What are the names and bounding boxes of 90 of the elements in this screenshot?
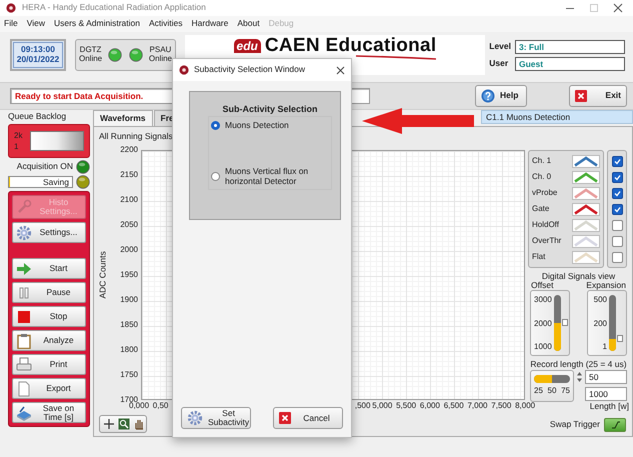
panel-button[interactable]: Analyze: [12, 330, 86, 351]
slider[interactable]: 25 50 75: [530, 370, 574, 402]
axis-label: 1850: [119, 320, 138, 330]
scale-label: 3000: [534, 295, 552, 304]
axis-label: 1800: [119, 345, 138, 355]
panel-button[interactable]: Stop: [12, 306, 86, 327]
menu-item[interactable]: Hardware: [192, 19, 228, 29]
panel-button[interactable]: Print: [12, 354, 86, 375]
axis-label: 2050: [119, 220, 138, 230]
panel-heading: Sub-Activity Selection: [221, 104, 319, 114]
menu-item[interactable]: File: [4, 19, 18, 29]
clock-display: 09:13:00 20/01/2022: [10, 39, 66, 71]
signal-name: OverThr: [532, 236, 562, 246]
signal-name: Ch. 0: [532, 172, 552, 182]
axis-label: 2000: [119, 245, 138, 255]
acquisition-label: Acquisition ON: [16, 162, 73, 172]
slider-label: Offset: [531, 281, 554, 290]
axis-label: 0,50: [152, 400, 170, 412]
axis-label: 8,000: [514, 400, 536, 412]
user-field[interactable]: Guest: [515, 56, 625, 70]
scale-label: 75: [561, 386, 570, 395]
axis-label: 1750: [119, 370, 138, 380]
menu-item[interactable]: Activities: [148, 19, 183, 29]
axis-label: 1700: [119, 395, 138, 404]
menu-item[interactable]: View: [26, 19, 45, 29]
tab[interactable]: Waveforms: [93, 110, 153, 126]
queue-backlog-label: Queue Backlog: [8, 110, 68, 122]
connection-status: Online: [148, 55, 172, 64]
record-length-label: Record length (25 = 4 us): [529, 360, 628, 370]
window-title: HERA - Handy Educational Radiation Application: [22, 3, 206, 13]
axis-label: 5,000: [371, 400, 394, 412]
level-label: Level: [489, 42, 511, 52]
scale-label: 2000: [534, 318, 552, 328]
axis-label: 7,500: [490, 400, 512, 412]
level-field[interactable]: 3: Full: [515, 40, 625, 54]
signal-name: Gate: [532, 204, 550, 214]
axis-label: 2150: [119, 170, 138, 180]
axis-label: 6,000: [418, 400, 441, 412]
user-label: User: [489, 58, 510, 68]
panel-button[interactable]: Export: [12, 378, 86, 399]
dialog-button[interactable]: Cancel: [273, 407, 343, 429]
axis-label: 5,500: [395, 400, 418, 412]
scale-label: 50: [548, 386, 556, 395]
signal-name: HoldOff: [532, 220, 560, 230]
dialog-title: Subactivity Selection Window: [194, 65, 306, 75]
axis-label: 6,500: [442, 400, 465, 412]
axis-label: 1: [14, 142, 20, 151]
axis-label: 0,000: [129, 401, 150, 412]
axis-label: 2200: [119, 145, 138, 155]
number-field[interactable]: 1000: [585, 386, 627, 401]
menu-item[interactable]: About: [237, 19, 260, 29]
subactivity-field: C1.1 Muons Detection: [481, 110, 633, 124]
signal-name: vProbe: [532, 188, 558, 198]
slider-label: Expansion: [586, 281, 626, 290]
signal-name: Flat: [532, 252, 546, 262]
option-label: Muons Detection: [225, 120, 289, 131]
axis-label: 7,000: [466, 400, 489, 412]
slider[interactable]: 3000 2000 1000: [530, 290, 570, 356]
axis-label: 1900: [119, 295, 138, 305]
scale-label: 1: [602, 342, 607, 351]
panel-button[interactable]: Pause: [12, 282, 86, 303]
connection-status: Online: [79, 55, 102, 64]
menu-item[interactable]: Users & Administration: [54, 19, 140, 29]
logo-text: CAEN Educational: [264, 36, 436, 55]
slider[interactable]: 500 200 1: [587, 290, 627, 356]
scale-label: 200: [592, 318, 607, 328]
axis-label: 2100: [119, 195, 138, 205]
device-name: DGTZ: [79, 46, 102, 55]
scale-label: 500: [592, 295, 607, 304]
option-label: Muons Vertical flux on horizontal Detector: [225, 166, 310, 186]
axis-label: 2k: [14, 131, 24, 140]
number-field[interactable]: 50: [585, 370, 627, 384]
scale-label: 25: [534, 386, 543, 395]
signal-name: Ch. 1: [532, 156, 552, 166]
saving-label: Saving: [43, 177, 69, 187]
swap-trigger-label: Swap Trigger: [550, 420, 600, 430]
axis-label: ,500: [354, 400, 370, 412]
panel-button[interactable]: Save on Time [s]: [12, 402, 86, 423]
section-title: Digital Signals view: [540, 272, 616, 281]
scale-label: 1000: [534, 342, 552, 351]
plot-title: All Running Signals: [98, 130, 174, 142]
axis-label: 1950: [119, 270, 138, 280]
panel-button[interactable]: Start: [12, 258, 86, 279]
dialog-button[interactable]: Set Subactivity: [181, 407, 251, 429]
exit-button[interactable]: Exit: [569, 85, 627, 107]
device-name: PSAU: [148, 46, 172, 55]
axis-title: ADC Counts: [99, 251, 109, 299]
logo-badge: edu: [234, 39, 261, 54]
help-button[interactable]: Help: [475, 85, 527, 107]
panel-button[interactable]: Settings...: [12, 222, 86, 243]
